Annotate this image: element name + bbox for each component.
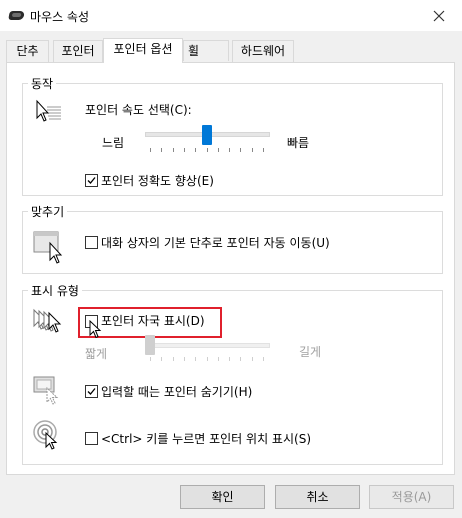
trails-slider-track[interactable] bbox=[145, 343, 270, 348]
long-label: 길게 bbox=[299, 345, 322, 359]
slider-tick bbox=[195, 357, 197, 361]
slider-tick bbox=[206, 148, 208, 152]
snap-to-group: 맞추기 대화 상자의 기본 단추로 포인터 자동 이동(U) bbox=[22, 203, 443, 274]
slider-tick bbox=[217, 148, 219, 152]
tab-wheel[interactable]: 휠 bbox=[183, 40, 229, 61]
tab-buttons[interactable]: 단추 bbox=[6, 40, 49, 62]
slider-tick bbox=[161, 148, 163, 152]
mouse-icon bbox=[8, 11, 25, 20]
apply-button[interactable]: 적용(A) bbox=[369, 485, 454, 509]
snap-to-icon bbox=[33, 231, 63, 264]
close-icon bbox=[433, 10, 445, 21]
snap-to-checkbox[interactable] bbox=[85, 236, 98, 249]
slider-tick bbox=[172, 357, 174, 361]
ok-button[interactable]: 확인 bbox=[180, 485, 265, 509]
precision-checkbox[interactable] bbox=[85, 174, 98, 187]
trails-slider-thumb[interactable] bbox=[145, 335, 155, 355]
fast-label: 빠름 bbox=[287, 136, 310, 150]
ctrl-location-label[interactable]: <Ctrl> 키를 누르면 포인터 위치 표시(S) bbox=[101, 430, 311, 447]
slider-tick bbox=[150, 357, 151, 361]
slider-tick bbox=[172, 148, 174, 152]
slider-tick bbox=[195, 148, 197, 152]
slider-tick bbox=[206, 357, 208, 361]
precision-label[interactable]: 포인터 정확도 향상(E) bbox=[101, 172, 214, 189]
cancel-button[interactable]: 취소 bbox=[275, 485, 360, 509]
tab-panel: 동작 포인터 속도 선택(C): 느림 빠름 포인터 정확도 향상(E) 맞추기 bbox=[6, 62, 455, 475]
pointer-trails-icon bbox=[33, 308, 62, 333]
slider-tick bbox=[161, 357, 163, 361]
speed-label: 포인터 속도 선택(C): bbox=[85, 103, 192, 117]
pointer-speed-icon bbox=[36, 99, 61, 122]
tab-pointer-options[interactable]: 포인터 옵션 bbox=[103, 38, 183, 63]
slider-tick bbox=[240, 148, 242, 152]
snap-to-label[interactable]: 대화 상자의 기본 단추로 포인터 자동 이동(U) bbox=[101, 234, 330, 251]
checkmark-icon bbox=[87, 388, 96, 395]
slider-tick bbox=[240, 357, 242, 361]
motion-group: 동작 포인터 속도 선택(C): 느림 빠름 포인터 정확도 향상(E) bbox=[22, 75, 443, 196]
ctrl-location-checkbox[interactable] bbox=[85, 432, 98, 445]
title-bar: 마우스 속성 bbox=[0, 0, 462, 31]
tab-hardware[interactable]: 하드웨어 bbox=[232, 40, 294, 62]
slider-tick bbox=[251, 357, 253, 361]
visibility-group: 표시 유형 포인터 자국 표시(D) 짧게 길게 입력할 때는 포인터 숨기기(… bbox=[22, 282, 443, 465]
tab-pointers[interactable]: 포인터 bbox=[53, 40, 103, 62]
slider-tick bbox=[150, 148, 151, 152]
snap-to-title: 맞추기 bbox=[28, 203, 68, 220]
window-title: 마우스 속성 bbox=[30, 10, 90, 24]
short-label: 짧게 bbox=[85, 347, 108, 361]
pointer-location-icon bbox=[33, 420, 58, 450]
slider-tick bbox=[217, 357, 219, 361]
speed-slider-thumb[interactable] bbox=[201, 125, 212, 145]
slider-tick bbox=[263, 148, 264, 152]
slow-label: 느림 bbox=[102, 136, 125, 150]
hide-typing-label[interactable]: 입력할 때는 포인터 숨기기(H) bbox=[101, 383, 252, 400]
slider-tick bbox=[183, 357, 185, 361]
slider-tick bbox=[183, 148, 185, 152]
cursor-icon bbox=[89, 320, 102, 339]
slider-tick bbox=[229, 357, 231, 361]
motion-title: 동작 bbox=[28, 75, 57, 92]
visibility-title: 표시 유형 bbox=[28, 282, 82, 299]
slider-tick bbox=[263, 357, 264, 361]
slider-tick bbox=[229, 148, 231, 152]
close-button[interactable] bbox=[416, 0, 462, 31]
hide-typing-checkbox[interactable] bbox=[85, 385, 98, 398]
checkmark-icon bbox=[87, 177, 96, 184]
slider-tick bbox=[251, 148, 253, 152]
hide-pointer-icon bbox=[33, 376, 59, 405]
